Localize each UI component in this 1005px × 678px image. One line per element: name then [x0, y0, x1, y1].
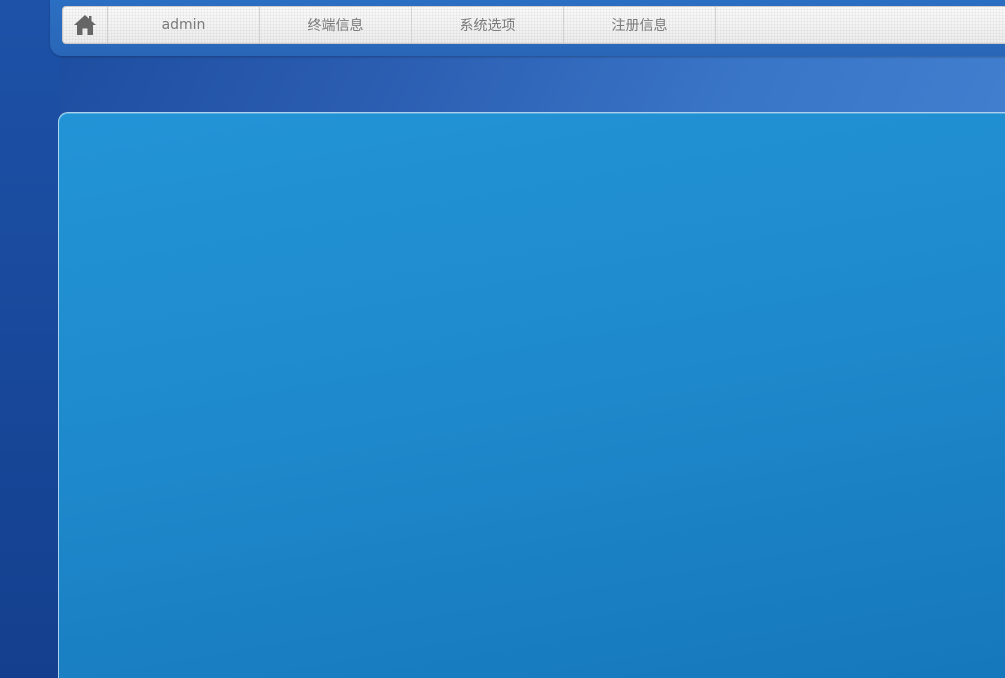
top-nav-bar: admin 终端信息 系统选项 注册信息 [62, 6, 1005, 44]
nav-item-label: 注册信息 [611, 18, 668, 34]
nav-filler [716, 7, 1005, 43]
nav-item-terminal-info[interactable]: 终端信息 [260, 7, 412, 43]
content-panel [58, 112, 1005, 678]
nav-item-label: 系统选项 [459, 18, 516, 34]
nav-item-label: admin [161, 17, 206, 33]
nav-item-registration-info[interactable]: 注册信息 [564, 7, 716, 43]
nav-item-system-options[interactable]: 系统选项 [412, 7, 564, 43]
background-edge [0, 0, 60, 678]
home-icon [72, 12, 98, 38]
nav-item-label: 终端信息 [307, 18, 364, 34]
home-button[interactable] [63, 7, 108, 43]
nav-item-admin[interactable]: admin [108, 7, 260, 43]
